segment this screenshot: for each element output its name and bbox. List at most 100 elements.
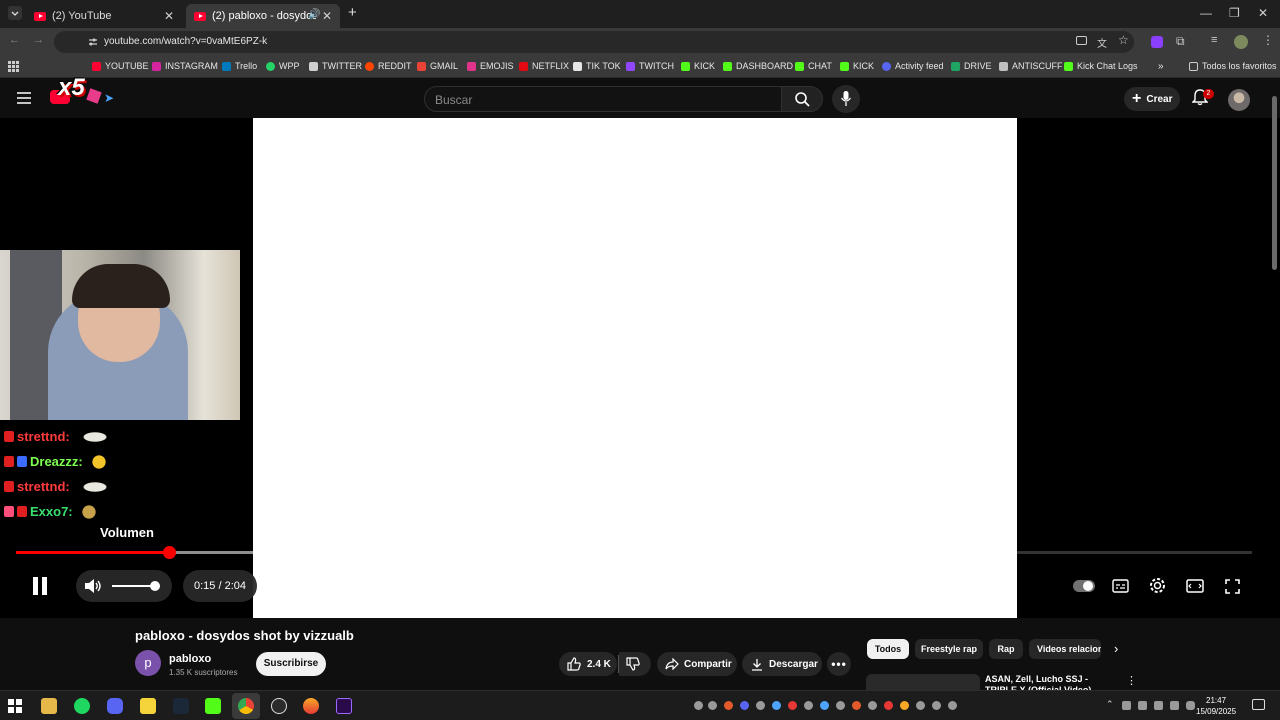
subtitles-icon[interactable] bbox=[1112, 579, 1129, 593]
video-frame[interactable] bbox=[253, 118, 1017, 618]
chips-next-chevron-icon[interactable]: › bbox=[1114, 641, 1118, 656]
channel-name[interactable]: pabloxo bbox=[169, 653, 211, 665]
chip-related-videos[interactable]: Videos relacion bbox=[1029, 639, 1101, 659]
tray-icon[interactable] bbox=[788, 701, 797, 710]
volume-tray-icon[interactable] bbox=[1170, 701, 1179, 710]
tray-icon[interactable] bbox=[694, 701, 703, 710]
tab-youtube[interactable]: (2) YouTube ✕ bbox=[26, 4, 182, 28]
tray-icon[interactable] bbox=[756, 701, 765, 710]
theater-mode-icon[interactable] bbox=[1186, 579, 1204, 593]
sticky-notes-icon[interactable] bbox=[140, 698, 156, 714]
tray-icon[interactable] bbox=[740, 701, 749, 710]
notification-center-icon[interactable] bbox=[1252, 699, 1265, 710]
hamburger-menu-icon[interactable] bbox=[17, 92, 31, 104]
discord-icon[interactable] bbox=[107, 698, 123, 714]
related-video-title[interactable]: ASAN, Zell, Lucho SSJ - TRIPLE X (Offici… bbox=[985, 674, 1120, 690]
premiere-pro-icon[interactable] bbox=[336, 698, 352, 714]
close-tab-icon[interactable]: ✕ bbox=[322, 9, 332, 23]
tray-icon[interactable] bbox=[884, 701, 893, 710]
bookmark-kick-2[interactable]: KICK bbox=[840, 61, 874, 71]
chip-freestyle-rap[interactable]: Freestyle rap bbox=[915, 639, 983, 659]
tray-icon[interactable] bbox=[708, 701, 717, 710]
related-video-thumbnail[interactable] bbox=[866, 674, 980, 690]
volume-slider-handle[interactable] bbox=[150, 581, 161, 591]
bookmark-antiscuff[interactable]: ANTISCUFF bbox=[999, 61, 1063, 71]
microphone-tray-icon[interactable] bbox=[1186, 701, 1195, 710]
obs-icon[interactable] bbox=[271, 698, 287, 714]
app-icon[interactable] bbox=[303, 698, 319, 714]
progress-scrubber-handle[interactable] bbox=[163, 546, 177, 559]
back-arrow-icon[interactable]: ← bbox=[9, 34, 20, 46]
fullscreen-icon[interactable] bbox=[1225, 579, 1240, 594]
tray-icon[interactable] bbox=[868, 701, 877, 710]
system-clock[interactable]: 21:47 15/09/2025 bbox=[1196, 695, 1236, 717]
account-avatar[interactable] bbox=[1228, 89, 1250, 111]
minimize-icon[interactable]: — bbox=[1200, 6, 1212, 20]
tray-icon[interactable] bbox=[916, 701, 925, 710]
bookmark-tiktok[interactable]: TIK TOK bbox=[573, 61, 621, 71]
forward-arrow-icon[interactable]: → bbox=[33, 34, 44, 46]
bookmark-star-icon[interactable]: ☆ bbox=[1118, 33, 1129, 47]
tab-video[interactable]: (2) pabloxo - dosydos shot 🔊 ✕ bbox=[186, 4, 340, 28]
related-video-menu-icon[interactable]: ⋮ bbox=[1126, 674, 1137, 687]
apps-grid-icon[interactable] bbox=[8, 61, 19, 72]
install-app-icon[interactable] bbox=[1076, 36, 1087, 45]
chip-all[interactable]: Todos bbox=[867, 639, 909, 659]
wifi-icon[interactable] bbox=[1154, 701, 1163, 710]
kick-app-icon[interactable] bbox=[205, 698, 221, 714]
share-button[interactable]: Compartir bbox=[657, 652, 737, 676]
search-box[interactable] bbox=[424, 86, 782, 112]
steam-icon[interactable] bbox=[173, 698, 189, 714]
bookmark-activity-feed[interactable]: Activity feed bbox=[882, 61, 944, 71]
search-button[interactable] bbox=[781, 86, 823, 112]
bookmark-trello[interactable]: Trello bbox=[222, 61, 257, 71]
media-controls-icon[interactable]: ≡ bbox=[1211, 34, 1217, 46]
close-window-icon[interactable]: ✕ bbox=[1258, 6, 1268, 20]
bookmark-drive[interactable]: DRIVE bbox=[951, 61, 992, 71]
settings-gear-icon[interactable] bbox=[1149, 577, 1166, 594]
download-button[interactable]: Descargar bbox=[742, 652, 822, 676]
bookmark-wpp[interactable]: WPP bbox=[266, 61, 300, 71]
tab-search-button[interactable] bbox=[8, 6, 22, 20]
bookmark-gmail[interactable]: GMAIL bbox=[417, 61, 458, 71]
search-input[interactable] bbox=[435, 91, 765, 109]
tray-icon[interactable] bbox=[900, 701, 909, 710]
subscribe-button[interactable]: Suscribirse bbox=[256, 652, 326, 676]
file-explorer-icon[interactable] bbox=[41, 698, 57, 714]
all-bookmarks-folder[interactable]: Todos los favoritos bbox=[1189, 61, 1277, 71]
tray-icon[interactable] bbox=[948, 701, 957, 710]
tray-icon[interactable] bbox=[836, 701, 845, 710]
network-icon[interactable] bbox=[1138, 701, 1147, 710]
channel-avatar[interactable]: p bbox=[135, 650, 161, 676]
tray-icon[interactable] bbox=[724, 701, 733, 710]
like-button[interactable]: 2.4 K bbox=[559, 652, 617, 676]
bookmark-instagram[interactable]: INSTAGRAM bbox=[152, 61, 218, 71]
bookmark-chat[interactable]: CHAT bbox=[795, 61, 832, 71]
chip-rap[interactable]: Rap bbox=[989, 639, 1023, 659]
scrollbar-thumb[interactable] bbox=[1272, 96, 1277, 270]
voice-search-button[interactable] bbox=[832, 85, 860, 113]
profile-avatar[interactable] bbox=[1234, 35, 1248, 49]
bookmark-netflix[interactable]: NETFLIX bbox=[519, 61, 569, 71]
tray-icon[interactable] bbox=[772, 701, 781, 710]
tray-icon[interactable] bbox=[804, 701, 813, 710]
new-tab-icon[interactable]: + bbox=[348, 4, 357, 21]
pause-icon[interactable] bbox=[30, 576, 50, 596]
bookmark-dashboard[interactable]: DASHBOARD bbox=[723, 61, 793, 71]
tray-icon[interactable] bbox=[932, 701, 941, 710]
translate-icon[interactable]: 文 bbox=[1097, 35, 1107, 50]
autoplay-toggle[interactable] bbox=[1073, 580, 1095, 592]
bookmark-twitch[interactable]: TWITCH bbox=[626, 61, 674, 71]
chevron-up-icon[interactable]: ⌃ bbox=[1106, 699, 1114, 710]
address-bar[interactable]: youtube.com/watch?v=0vaMtE6PZ-k bbox=[54, 31, 1134, 53]
dislike-button[interactable] bbox=[619, 652, 651, 676]
more-actions-button[interactable]: ••• bbox=[827, 652, 851, 676]
windows-start-icon[interactable] bbox=[8, 699, 22, 713]
bookmark-kick-chat-logs[interactable]: Kick Chat Logs bbox=[1064, 61, 1138, 71]
close-tab-icon[interactable]: ✕ bbox=[164, 9, 174, 23]
speaker-icon[interactable]: 🔊 bbox=[308, 9, 320, 20]
bookmark-kick[interactable]: KICK bbox=[681, 61, 715, 71]
extension-icon[interactable] bbox=[1151, 36, 1163, 48]
spotify-icon[interactable] bbox=[74, 698, 90, 714]
bookmark-reddit[interactable]: REDDIT bbox=[365, 61, 412, 71]
